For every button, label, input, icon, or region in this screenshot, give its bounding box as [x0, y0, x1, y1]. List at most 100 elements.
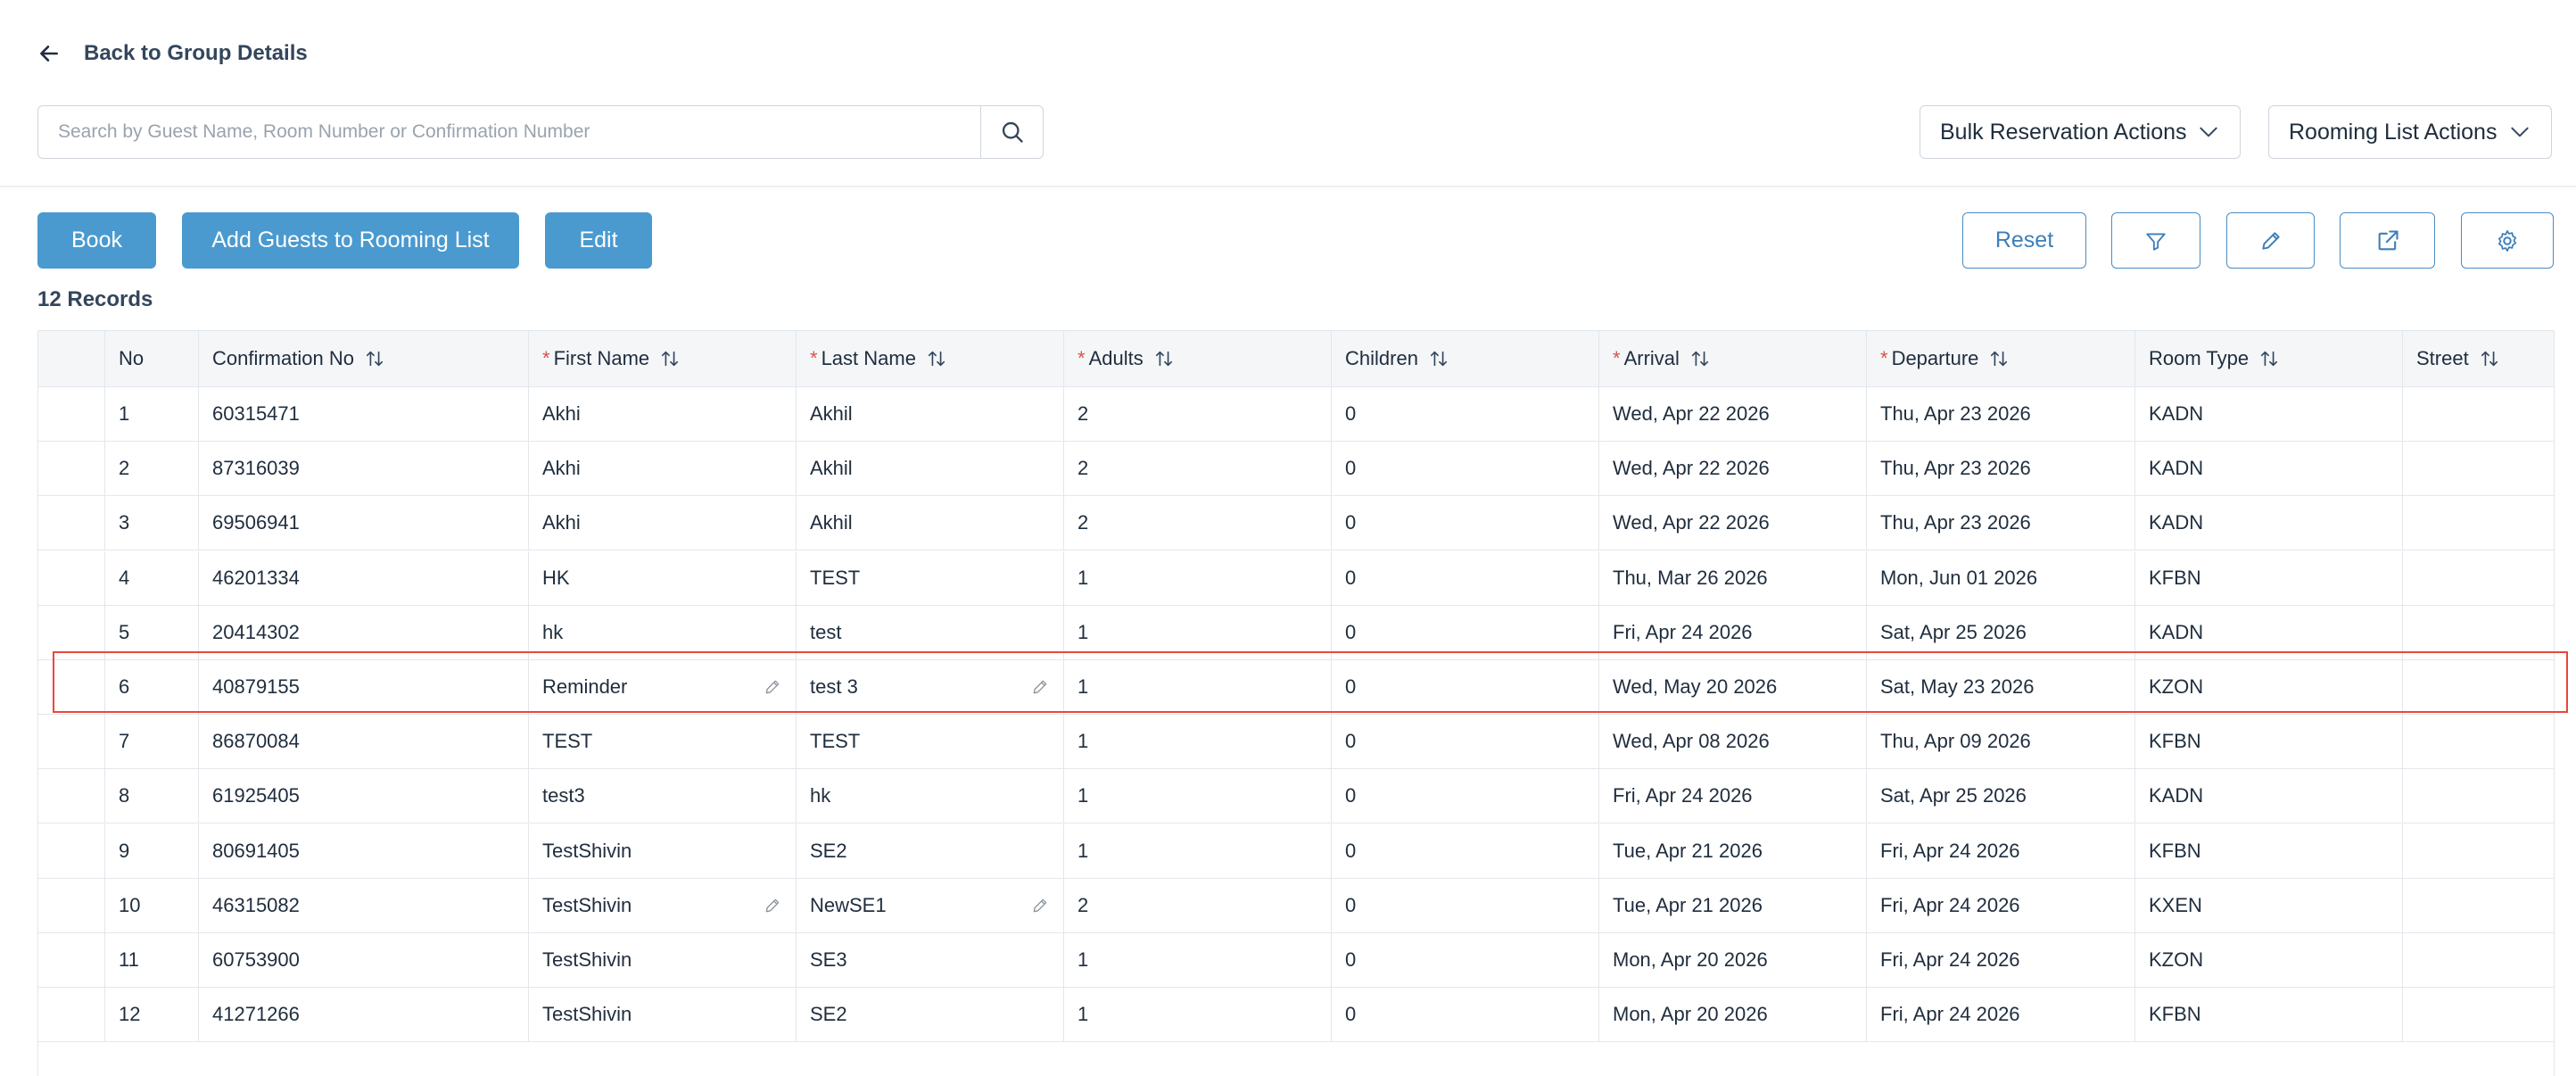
row-select-cell[interactable]: [38, 988, 105, 1042]
cell-room-type[interactable]: KADN: [2135, 442, 2403, 496]
cell-no[interactable]: 1: [105, 387, 199, 441]
cell-confirmation-no[interactable]: 86870084: [199, 715, 529, 769]
sort-arrows-icon[interactable]: [927, 349, 946, 368]
cell-departure[interactable]: Thu, Apr 23 2026: [1867, 442, 2135, 496]
cell-no[interactable]: 2: [105, 442, 199, 496]
cell-room-type[interactable]: KFBN: [2135, 988, 2403, 1042]
column-header-departure[interactable]: * Departure: [1867, 331, 2135, 386]
cell-first-name[interactable]: hk: [529, 605, 797, 659]
cell-last-name[interactable]: test: [797, 605, 1064, 659]
cell-children[interactable]: 0: [1332, 988, 1599, 1042]
cell-children[interactable]: 0: [1332, 387, 1599, 441]
column-header-street[interactable]: Street: [2403, 331, 2554, 386]
cell-arrival[interactable]: Tue, Apr 21 2026: [1599, 824, 1867, 878]
cell-street[interactable]: [2403, 551, 2554, 605]
pencil-icon[interactable]: [764, 678, 781, 696]
cell-confirmation-no[interactable]: 61925405: [199, 769, 529, 824]
row-select-cell[interactable]: [38, 769, 105, 824]
cell-adults[interactable]: 1: [1064, 824, 1332, 878]
cell-first-name[interactable]: Reminder: [529, 660, 797, 714]
cell-street[interactable]: [2403, 660, 2554, 714]
cell-street[interactable]: [2403, 715, 2554, 768]
cell-confirmation-no[interactable]: 60315471: [199, 387, 529, 441]
row-select-cell[interactable]: [38, 496, 105, 550]
cell-children[interactable]: 0: [1332, 878, 1599, 932]
cell-departure[interactable]: Mon, Jun 01 2026: [1867, 550, 2135, 605]
column-header-arrival[interactable]: * Arrival: [1599, 331, 1867, 386]
cell-children[interactable]: 0: [1332, 496, 1599, 550]
edit-button[interactable]: Edit: [545, 212, 652, 269]
row-select-cell[interactable]: [38, 660, 105, 714]
cell-departure[interactable]: Fri, Apr 24 2026: [1867, 878, 2135, 932]
cell-arrival[interactable]: Wed, Apr 22 2026: [1599, 496, 1867, 550]
search-input[interactable]: [38, 106, 980, 158]
cell-no[interactable]: 6: [105, 660, 199, 714]
cell-room-type[interactable]: KADN: [2135, 496, 2403, 550]
search-button[interactable]: [980, 106, 1043, 158]
cell-room-type[interactable]: KZON: [2135, 933, 2403, 987]
cell-arrival[interactable]: Thu, Mar 26 2026: [1599, 550, 1867, 605]
cell-departure[interactable]: Sat, Apr 25 2026: [1867, 605, 2135, 659]
table-row[interactable]: 10 46315082 TestShivin NewSE1 2 0 Tue, Apr 21 …: [38, 878, 2554, 933]
settings-button[interactable]: [2461, 212, 2554, 269]
cell-last-name[interactable]: Akhil: [797, 387, 1064, 441]
pencil-icon[interactable]: [1031, 678, 1049, 696]
cell-arrival[interactable]: Fri, Apr 24 2026: [1599, 769, 1867, 824]
back-to-group-details-link[interactable]: Back to Group Details: [37, 36, 308, 71]
row-select-cell[interactable]: [38, 550, 105, 605]
cell-adults[interactable]: 2: [1064, 387, 1332, 441]
cell-confirmation-no[interactable]: 46315082: [199, 878, 529, 932]
cell-departure[interactable]: Thu, Apr 23 2026: [1867, 387, 2135, 441]
cell-adults[interactable]: 1: [1064, 988, 1332, 1042]
table-row[interactable]: 6 40879155 Reminder test 3 1 0 Wed, May 20 202…: [38, 660, 2554, 715]
cell-children[interactable]: 0: [1332, 660, 1599, 714]
cell-room-type[interactable]: KFBN: [2135, 550, 2403, 605]
column-header-confirmation-no[interactable]: Confirmation No: [199, 331, 529, 386]
cell-room-type[interactable]: KFBN: [2135, 824, 2403, 878]
column-header-adults[interactable]: * Adults: [1064, 331, 1332, 386]
column-header-room-type[interactable]: Room Type: [2135, 331, 2403, 386]
cell-no[interactable]: 4: [105, 550, 199, 605]
sort-arrows-icon[interactable]: [1690, 349, 1710, 368]
cell-no[interactable]: 7: [105, 715, 199, 769]
row-select-cell[interactable]: [38, 605, 105, 659]
cell-street[interactable]: [2403, 988, 2554, 1041]
cell-street[interactable]: [2403, 606, 2554, 659]
table-row[interactable]: 8 61925405 test3 hk 1 0 Fri, Apr 24 2026 Sat, A…: [38, 769, 2554, 824]
cell-arrival[interactable]: Wed, Apr 08 2026: [1599, 715, 1867, 769]
cell-departure[interactable]: Fri, Apr 24 2026: [1867, 824, 2135, 878]
row-select-cell[interactable]: [38, 387, 105, 441]
cell-confirmation-no[interactable]: 46201334: [199, 550, 529, 605]
row-select-cell[interactable]: [38, 824, 105, 878]
table-row[interactable]: 4 46201334 HK TEST 1 0 Thu, Mar 26 2026 Mon, Ju…: [38, 550, 2554, 606]
cell-no[interactable]: 8: [105, 769, 199, 824]
cell-departure[interactable]: Fri, Apr 24 2026: [1867, 933, 2135, 987]
cell-adults[interactable]: 1: [1064, 550, 1332, 605]
cell-first-name[interactable]: TestShivin: [529, 933, 797, 987]
sort-arrows-icon[interactable]: [2259, 349, 2279, 368]
cell-street[interactable]: [2403, 496, 2554, 550]
sort-arrows-icon[interactable]: [365, 349, 384, 368]
row-select-cell[interactable]: [38, 442, 105, 496]
cell-first-name[interactable]: Akhi: [529, 442, 797, 496]
cell-arrival[interactable]: Tue, Apr 21 2026: [1599, 878, 1867, 932]
sort-arrows-icon[interactable]: [1989, 349, 2009, 368]
cell-arrival[interactable]: Mon, Apr 20 2026: [1599, 988, 1867, 1042]
cell-street[interactable]: [2403, 879, 2554, 932]
cell-departure[interactable]: Sat, May 23 2026: [1867, 660, 2135, 714]
cell-arrival[interactable]: Mon, Apr 20 2026: [1599, 933, 1867, 987]
cell-first-name[interactable]: TestShivin: [529, 988, 797, 1042]
table-row[interactable]: 3 69506941 Akhi Akhil 2 0 Wed, Apr 22 2026 Thu,…: [38, 496, 2554, 551]
cell-arrival[interactable]: Wed, May 20 2026: [1599, 660, 1867, 714]
cell-room-type[interactable]: KXEN: [2135, 878, 2403, 932]
row-select-cell[interactable]: [38, 878, 105, 932]
bulk-reservation-actions-dropdown[interactable]: Bulk Reservation Actions: [1920, 105, 2241, 159]
cell-adults[interactable]: 1: [1064, 660, 1332, 714]
cell-room-type[interactable]: KFBN: [2135, 715, 2403, 769]
cell-no[interactable]: 5: [105, 605, 199, 659]
pencil-icon[interactable]: [1031, 897, 1049, 915]
cell-arrival[interactable]: Fri, Apr 24 2026: [1599, 605, 1867, 659]
cell-last-name[interactable]: Akhil: [797, 442, 1064, 496]
cell-last-name[interactable]: test 3: [797, 660, 1064, 714]
cell-street[interactable]: [2403, 933, 2554, 987]
